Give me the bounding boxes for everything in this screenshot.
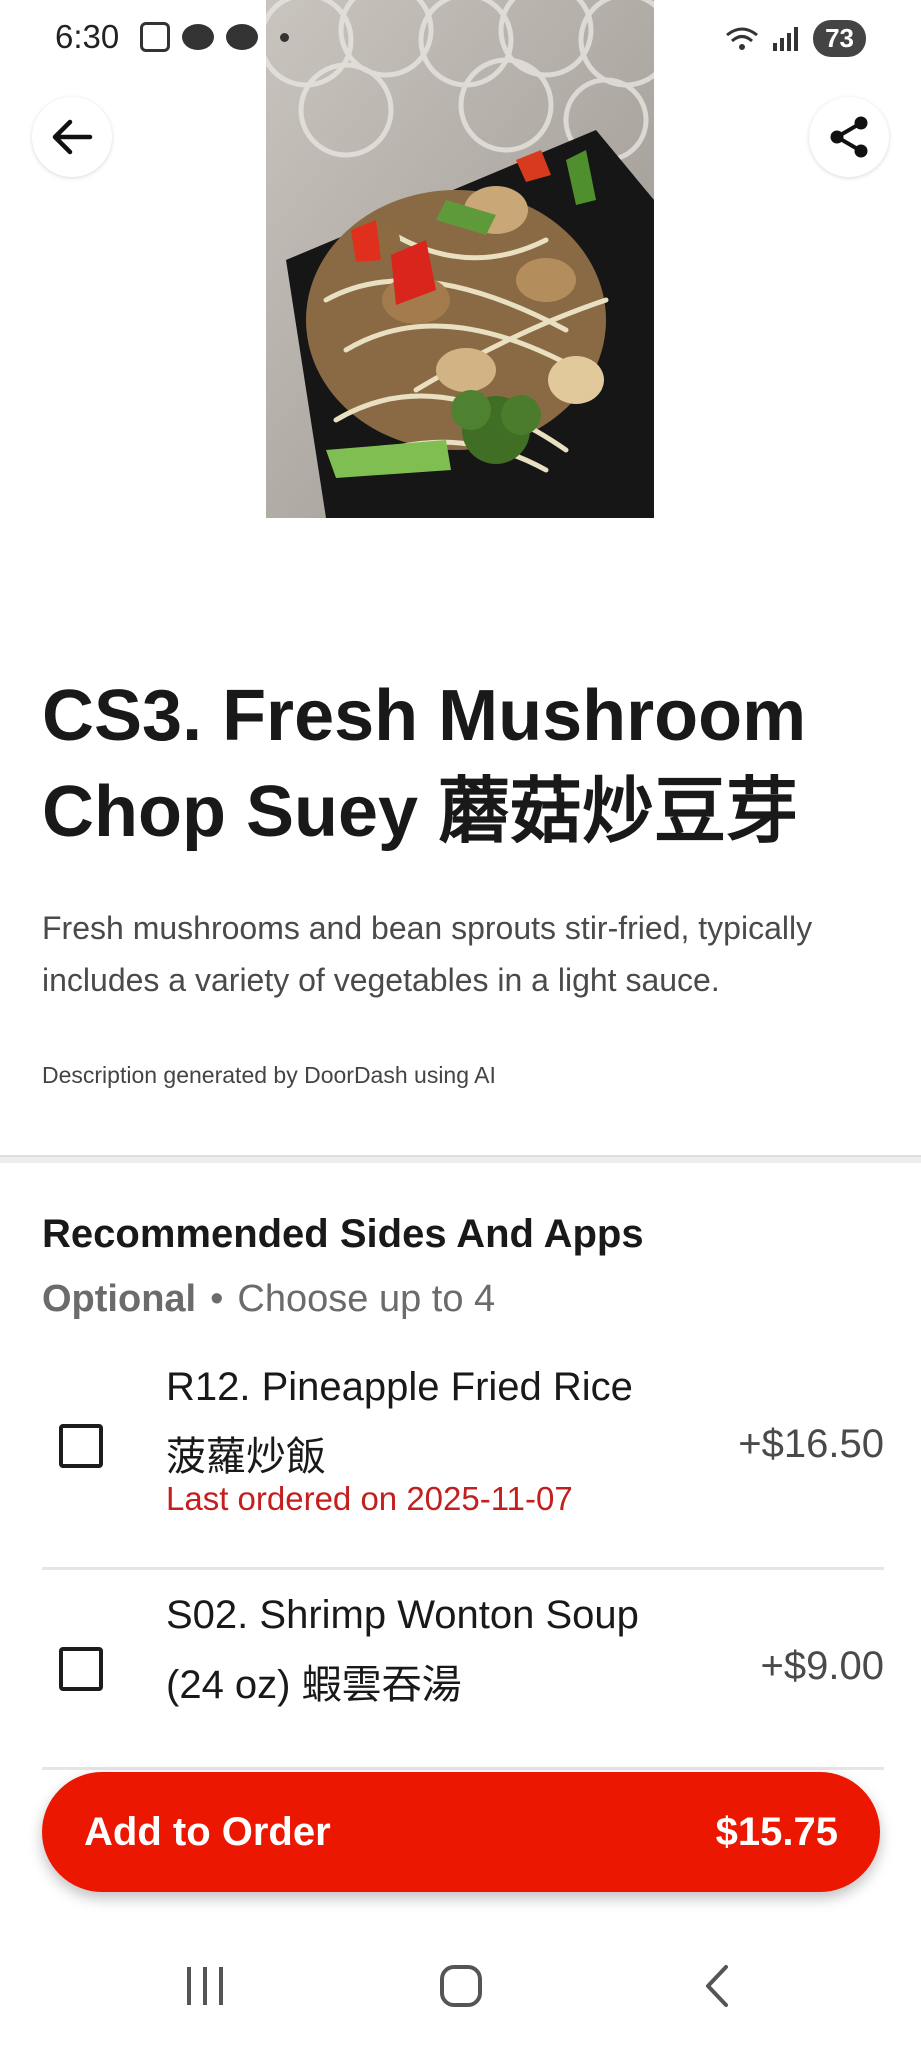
option-price: +$9.00: [760, 1644, 884, 1688]
signal-icon: [773, 26, 799, 51]
recent-apps-icon[interactable]: [183, 1963, 227, 2009]
more-notifications-icon: [280, 32, 289, 42]
status-time: 6:30: [55, 18, 120, 55]
option-name: R12. Pineapple Fried Rice 菠蘿炒飯: [166, 1365, 633, 1479]
battery-level: 73: [813, 20, 866, 57]
item-description: Fresh mushrooms and bean sprouts stir-fr…: [42, 910, 813, 998]
status-bar: 6:30 73: [0, 0, 921, 80]
last-ordered-note: Last ordered on 2025-11-07: [166, 1480, 573, 1517]
status-right: 73: [725, 20, 866, 57]
wechat-icon: [182, 24, 214, 50]
option-checkbox[interactable]: [59, 1424, 103, 1468]
back-button[interactable]: [32, 97, 112, 177]
screenshot-icon: [140, 22, 170, 52]
system-nav-bar: [0, 1925, 921, 2048]
option-checkbox[interactable]: [59, 1647, 103, 1691]
ai-description-note: Description generated by DoorDash using …: [42, 1062, 496, 1088]
option-item[interactable]: R12. Pineapple Fried Rice 菠蘿炒飯 Last orde…: [42, 1352, 884, 1570]
wechat-icon: [226, 24, 258, 50]
share-button[interactable]: [809, 97, 889, 177]
add-to-order-button[interactable]: Add to Order $15.75: [42, 1772, 880, 1892]
add-to-order-price: $15.75: [715, 1809, 838, 1854]
home-icon[interactable]: [438, 1963, 484, 2009]
hero-section: [0, 0, 921, 620]
optional-label: Optional: [42, 1278, 197, 1320]
option-item[interactable]: S02. Shrimp Wonton Soup (24 oz) 蝦雲吞湯 +$9…: [42, 1580, 884, 1770]
notification-icons: [140, 22, 289, 52]
options-section-title: Recommended Sides And Apps: [42, 1212, 644, 1256]
options-section-subtitle: Optional • Choose up to 4: [42, 1278, 495, 1321]
option-name: S02. Shrimp Wonton Soup (24 oz) 蝦雲吞湯: [166, 1593, 639, 1707]
add-to-order-label: Add to Order: [84, 1809, 331, 1854]
choose-limit-label: Choose up to 4: [237, 1278, 496, 1320]
item-title: CS3. Fresh Mushroom Chop Suey 蘑菇炒豆芽: [42, 676, 807, 852]
nav-back-icon[interactable]: [700, 1963, 734, 2009]
section-divider: [0, 1155, 921, 1163]
share-icon: [830, 116, 868, 158]
wifi-icon: [726, 27, 759, 50]
arrow-left-icon: [52, 119, 93, 155]
separator-dot: •: [210, 1278, 224, 1320]
option-price: +$16.50: [738, 1422, 884, 1466]
